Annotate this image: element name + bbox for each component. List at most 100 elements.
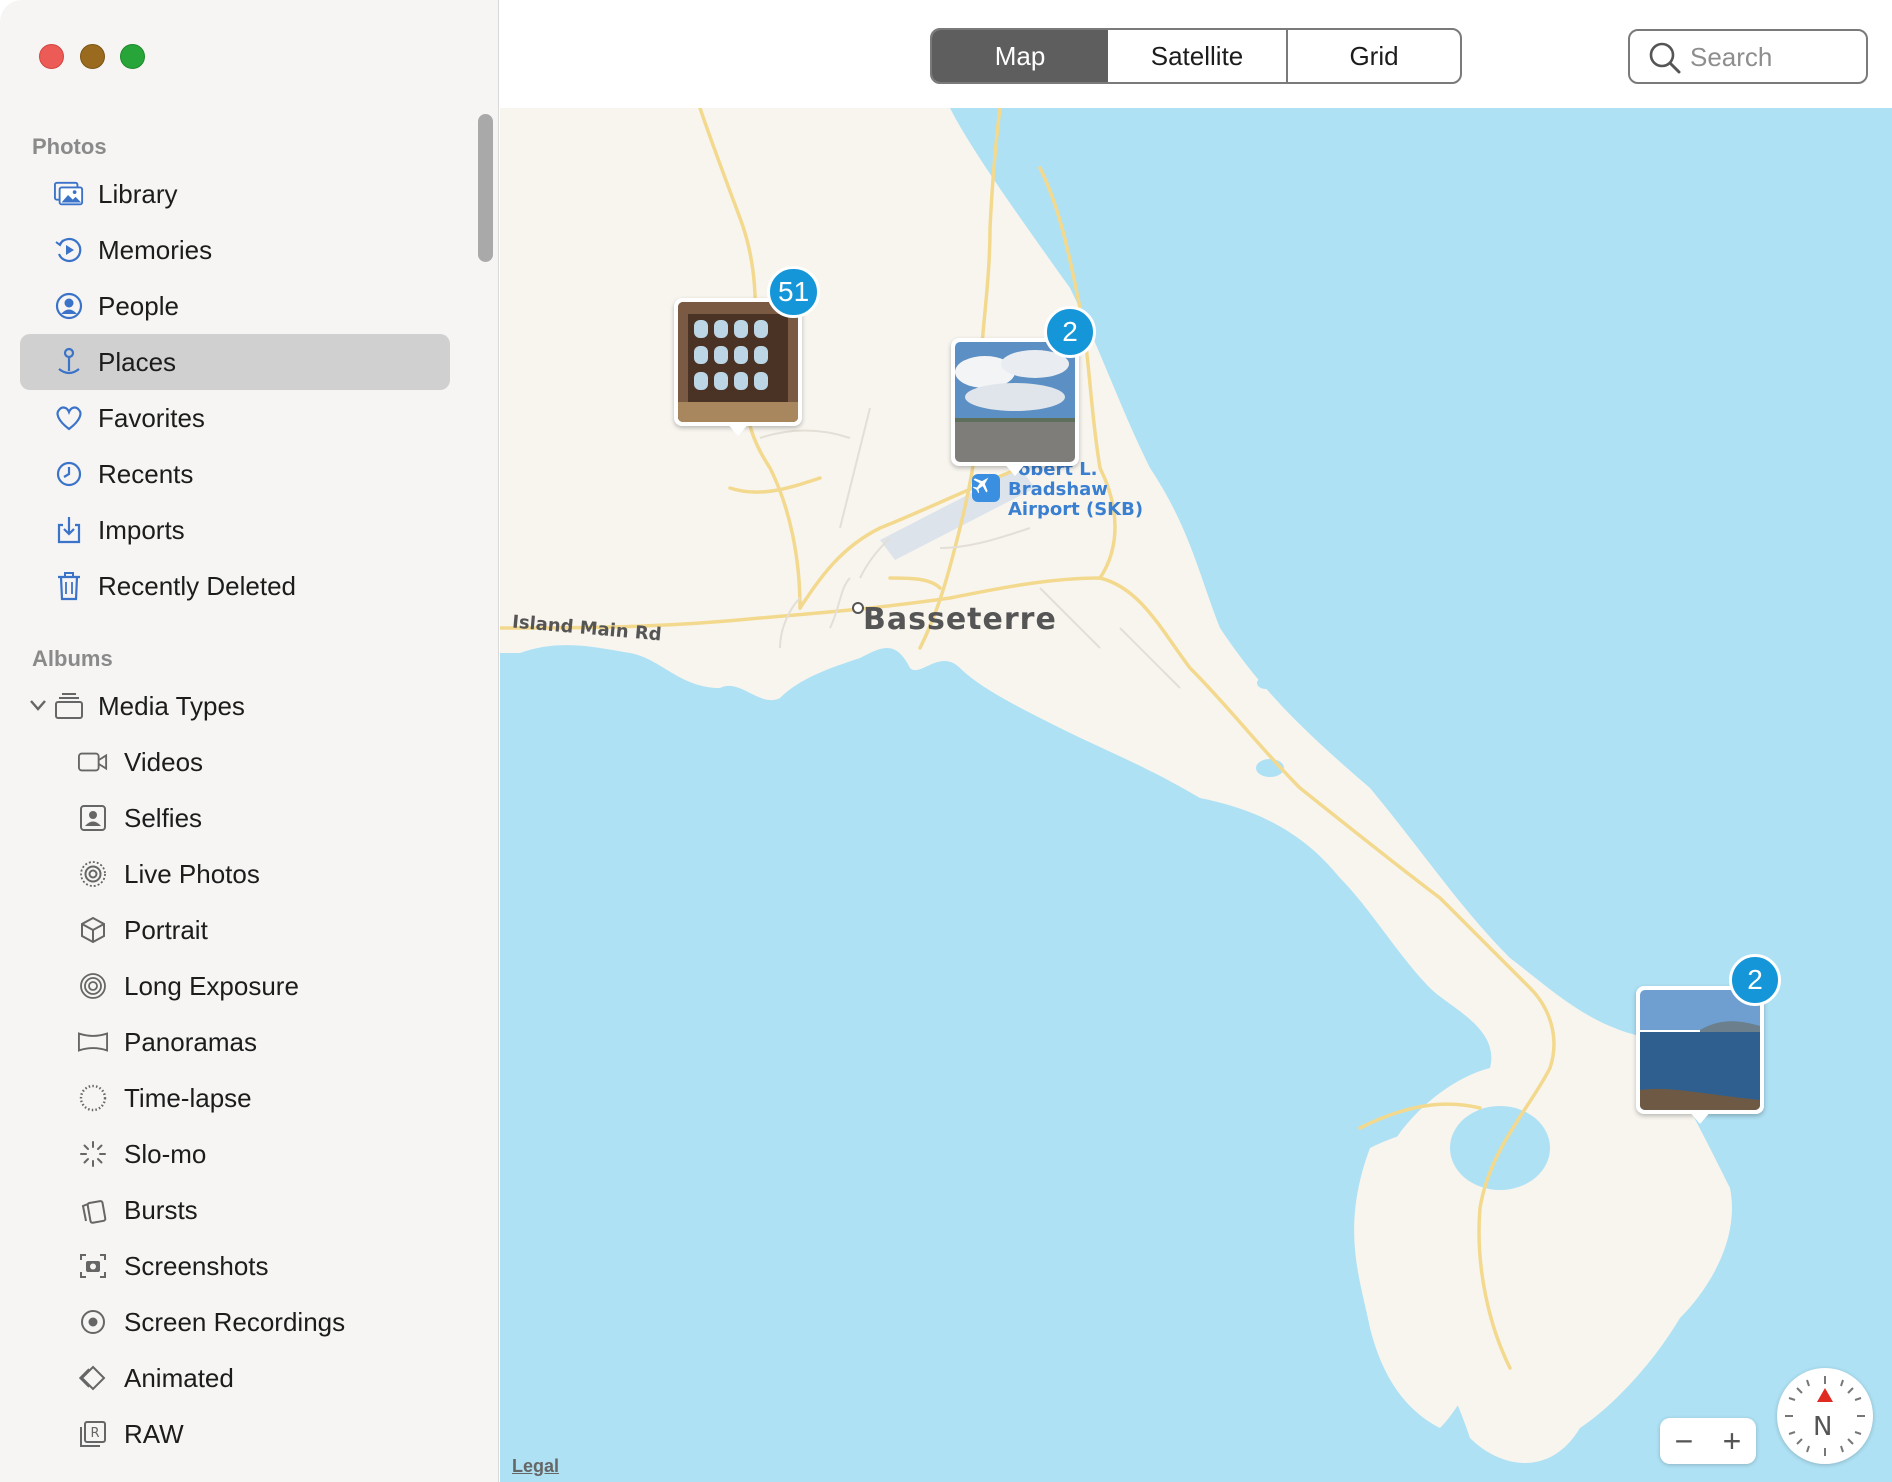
sidebar-item-library[interactable]: Library bbox=[20, 166, 450, 222]
memories-icon bbox=[54, 236, 84, 264]
animated-icon bbox=[78, 1364, 108, 1392]
sidebar-item-label: Places bbox=[98, 346, 177, 377]
pin-thumbnail bbox=[955, 342, 1075, 462]
sidebar-item-screen-recordings[interactable]: Screen Recordings bbox=[20, 1294, 450, 1350]
sidebar-item-long-exposure[interactable]: Long Exposure bbox=[20, 958, 450, 1014]
sidebar-item-label: Portrait bbox=[124, 914, 208, 945]
heart-icon bbox=[54, 404, 84, 432]
search-field[interactable] bbox=[1628, 29, 1868, 84]
compass-button[interactable]: N bbox=[1777, 1368, 1873, 1464]
photo-pin[interactable] bbox=[674, 298, 802, 436]
photo-pin[interactable] bbox=[1636, 986, 1764, 1124]
sidebar-item-label: Library bbox=[98, 178, 178, 209]
sidebar-scrollbar[interactable] bbox=[478, 114, 493, 262]
tab-map[interactable]: Map bbox=[932, 30, 1108, 82]
sidebar-item-raw[interactable]: R RAW bbox=[20, 1406, 450, 1462]
raw-icon: R bbox=[78, 1420, 108, 1448]
sidebar-item-screenshots[interactable]: Screenshots bbox=[20, 1238, 450, 1294]
pin-pointer bbox=[1003, 462, 1027, 476]
view-segmented-control: Map Satellite Grid bbox=[930, 28, 1462, 84]
photo-pin[interactable] bbox=[951, 338, 1079, 476]
sidebar-item-animated[interactable]: Animated bbox=[20, 1350, 450, 1406]
time-lapse-icon bbox=[78, 1084, 108, 1112]
sidebar-item-label: People bbox=[98, 290, 179, 321]
sidebar-item-live-photos[interactable]: Live Photos bbox=[20, 846, 450, 902]
svg-text:R: R bbox=[90, 1426, 99, 1441]
sidebar-item-selfies[interactable]: Selfies bbox=[20, 790, 450, 846]
pond bbox=[1257, 677, 1275, 689]
pond bbox=[1180, 443, 1212, 461]
sidebar-item-label: Media Types bbox=[98, 690, 245, 721]
compass-north-label: N bbox=[1813, 1412, 1833, 1442]
sidebar-item-memories[interactable]: Memories bbox=[20, 222, 450, 278]
pond bbox=[1100, 302, 1124, 346]
sidebar-item-bursts[interactable]: Bursts bbox=[20, 1182, 450, 1238]
sidebar-item-label: Live Photos bbox=[124, 858, 260, 889]
zoom-out-button[interactable]: − bbox=[1660, 1418, 1708, 1464]
clock-icon bbox=[54, 460, 84, 488]
pin-pointer bbox=[726, 422, 750, 436]
sidebar-item-videos[interactable]: Videos bbox=[20, 734, 450, 790]
sidebar-item-recents[interactable]: Recents bbox=[20, 446, 450, 502]
pin-count-badge: 2 bbox=[1729, 954, 1781, 1006]
search-input[interactable] bbox=[1690, 39, 1860, 75]
tab-satellite[interactable]: Satellite bbox=[1108, 30, 1288, 82]
sidebar-item-people[interactable]: People bbox=[20, 278, 450, 334]
zoom-in-button[interactable]: + bbox=[1708, 1418, 1756, 1464]
tab-grid[interactable]: Grid bbox=[1288, 30, 1460, 82]
pin-thumbnail bbox=[1640, 990, 1760, 1110]
live-photo-icon bbox=[78, 860, 108, 888]
pin-count-badge: 2 bbox=[1044, 306, 1096, 358]
pond bbox=[1264, 577, 1278, 601]
pin-pointer bbox=[1688, 1110, 1712, 1124]
legal-link[interactable]: Legal bbox=[512, 1456, 559, 1477]
sidebar-item-label: Bursts bbox=[124, 1194, 198, 1225]
panorama-icon bbox=[78, 1028, 108, 1056]
bursts-icon bbox=[78, 1196, 108, 1224]
screenshot-icon bbox=[78, 1252, 108, 1280]
sidebar-item-label: Screenshots bbox=[124, 1250, 269, 1281]
sidebar-item-label: Memories bbox=[98, 234, 213, 265]
airport-label-line: Bradshaw bbox=[1008, 479, 1108, 500]
sidebar-item-label: Recently Deleted bbox=[98, 570, 296, 601]
sidebar-item-label: Recents bbox=[98, 458, 194, 489]
sidebar-item-places[interactable]: Places bbox=[20, 334, 450, 390]
sidebar-item-label: Slo-mo bbox=[124, 1138, 207, 1169]
trash-icon bbox=[54, 572, 84, 601]
sidebar-item-label: Time-lapse bbox=[124, 1082, 252, 1113]
sidebar-item-portrait[interactable]: Portrait bbox=[20, 902, 450, 958]
photos-window: Photos Library Memories People Places Fa… bbox=[0, 0, 1892, 1482]
sidebar-item-slo-mo[interactable]: Slo-mo bbox=[20, 1126, 450, 1182]
sidebar-item-media-types[interactable]: Media Types bbox=[20, 678, 450, 734]
thumbnail-image bbox=[678, 302, 798, 422]
thumbnail-image bbox=[955, 342, 1075, 462]
record-icon bbox=[78, 1308, 108, 1336]
section-header-albums: Albums bbox=[32, 646, 113, 671]
toolbar: Map Satellite Grid bbox=[500, 0, 1892, 108]
sidebar-item-label: Videos bbox=[124, 746, 204, 777]
sidebar-item-recently-deleted[interactable]: Recently Deleted bbox=[20, 558, 450, 614]
sidebar-item-time-lapse[interactable]: Time-lapse bbox=[20, 1070, 450, 1126]
sidebar-item-panoramas[interactable]: Panoramas bbox=[20, 1014, 450, 1070]
section-header-photos: Photos bbox=[32, 134, 107, 159]
city-label: Basseterre bbox=[863, 602, 1057, 637]
minimize-window-button[interactable] bbox=[80, 44, 105, 69]
stack-icon bbox=[54, 692, 84, 720]
airport-label: obert L. Bradshaw Airport (SKB) bbox=[1008, 460, 1143, 520]
search-icon bbox=[1648, 41, 1682, 80]
person-icon bbox=[54, 292, 84, 320]
sidebar-item-label: Selfies bbox=[124, 802, 203, 833]
cube-icon bbox=[78, 916, 108, 944]
zoom-window-button[interactable] bbox=[120, 44, 145, 69]
sidebar-item-imports[interactable]: Imports bbox=[20, 502, 450, 558]
video-camera-icon bbox=[78, 748, 108, 776]
sidebar-item-favorites[interactable]: Favorites bbox=[20, 390, 450, 446]
map-view[interactable]: Island Main Rd Basseterre obert L. Brads… bbox=[500, 108, 1892, 1482]
sidebar-item-label: Animated bbox=[124, 1362, 234, 1393]
chevron-down-icon[interactable] bbox=[28, 695, 48, 720]
sidebar-item-label: Screen Recordings bbox=[124, 1306, 346, 1337]
close-window-button[interactable] bbox=[39, 44, 64, 69]
sidebar-item-label: Panoramas bbox=[124, 1026, 257, 1057]
zoom-control: − + bbox=[1660, 1418, 1756, 1464]
airport-label-line: Airport (SKB) bbox=[1008, 499, 1144, 520]
